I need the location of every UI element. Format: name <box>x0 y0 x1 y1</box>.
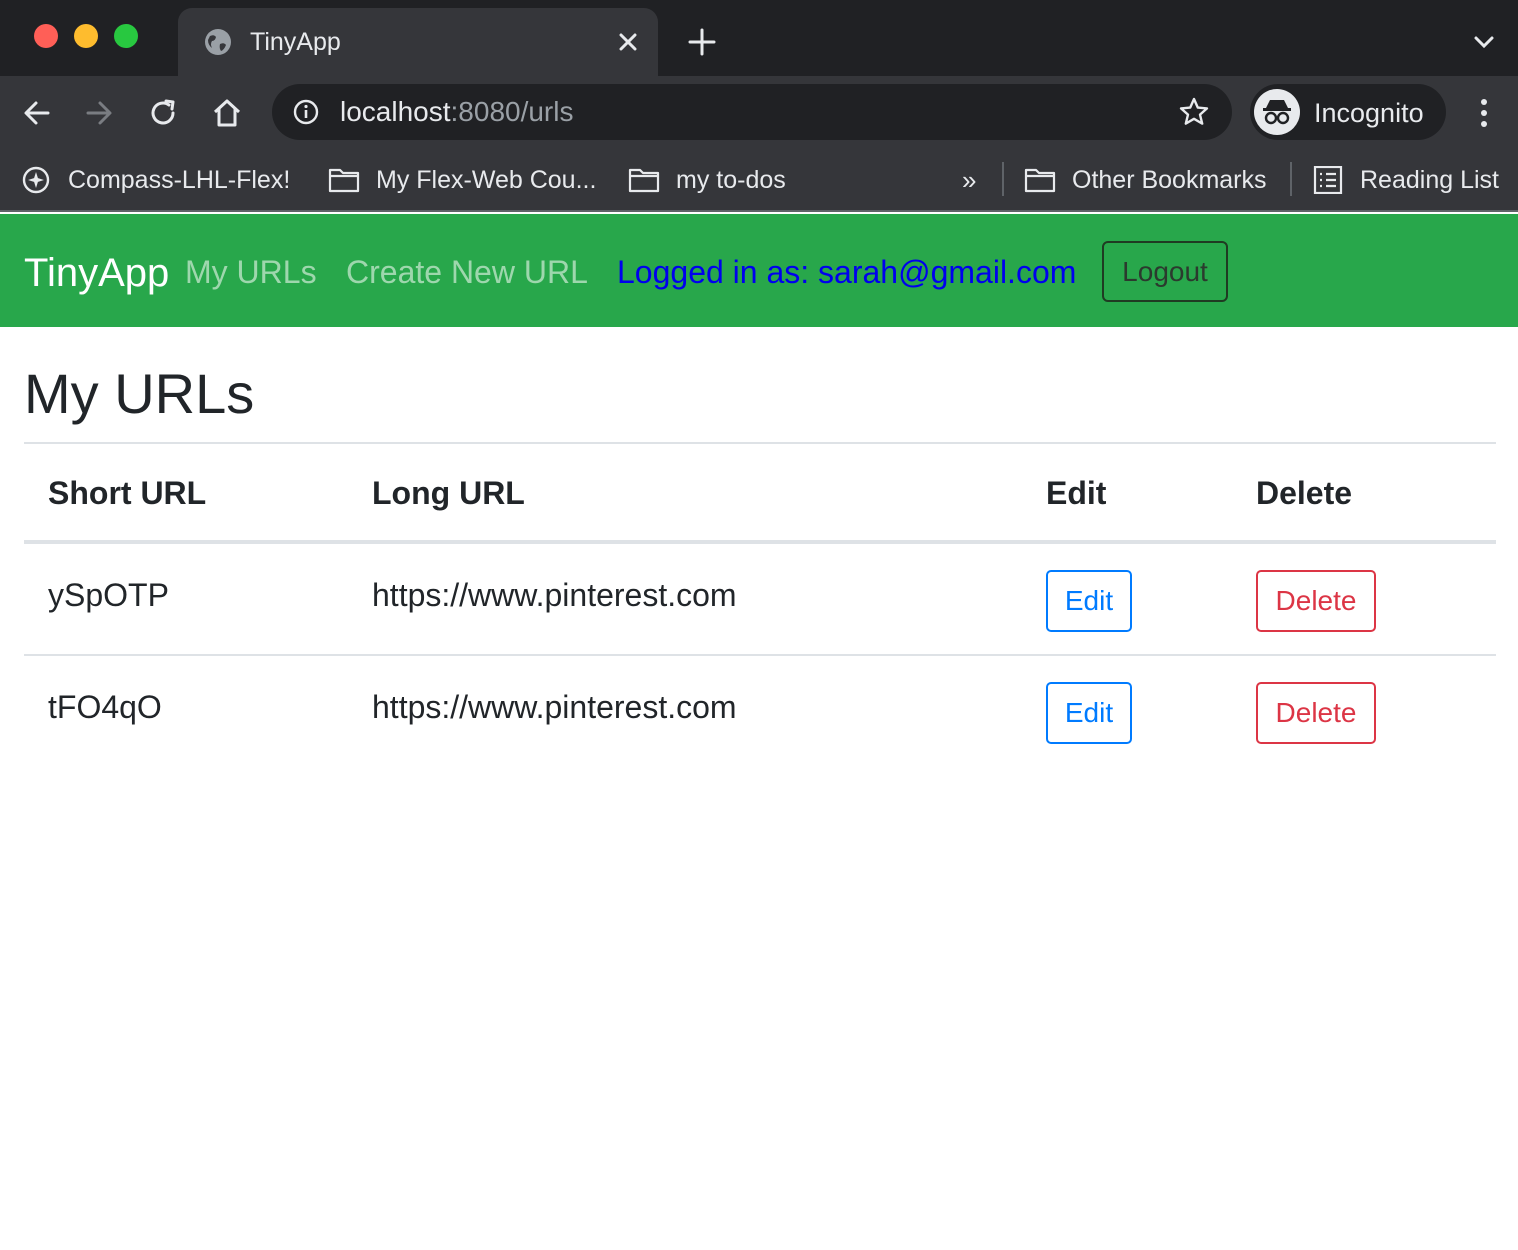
tab-strip: TinyApp <box>0 0 1518 76</box>
tab-title: TinyApp <box>250 28 341 56</box>
bookmark-compass[interactable]: Compass-LHL-Flex! <box>20 162 290 198</box>
minimize-window-button[interactable] <box>74 24 98 48</box>
short-url-cell: ySpOTP <box>48 577 169 613</box>
column-header-long-url: Long URL <box>372 475 525 511</box>
edit-button[interactable]: Edit <box>1046 682 1132 744</box>
brand-link[interactable]: TinyApp <box>24 250 169 296</box>
table-divider <box>24 442 1496 444</box>
bookmarks-divider <box>1002 162 1004 196</box>
folder-icon <box>628 168 660 193</box>
column-header-edit: Edit <box>1046 475 1107 511</box>
folder-icon <box>1024 168 1056 193</box>
page-title: My URLs <box>24 362 255 425</box>
nav-create-new-url-link[interactable]: Create New URL <box>346 252 588 292</box>
home-icon[interactable] <box>210 96 244 130</box>
logout-button[interactable]: Logout <box>1102 241 1228 302</box>
long-url-cell: https://www.pinterest.com <box>372 689 737 725</box>
browser-toolbar: localhost:8080/urls Incognito <box>0 76 1518 150</box>
new-tab-icon[interactable] <box>686 26 718 58</box>
incognito-profile-button[interactable]: Incognito <box>1250 84 1446 140</box>
compass-icon <box>22 166 50 194</box>
nav-my-urls-link[interactable]: My URLs <box>185 252 317 292</box>
column-header-delete: Delete <box>1256 475 1353 511</box>
close-window-button[interactable] <box>34 24 58 48</box>
bookmarks-overflow-button[interactable]: » <box>962 166 976 194</box>
short-url-cell: tFO4qO <box>48 689 162 725</box>
tab-tinyapp[interactable]: TinyApp <box>178 8 658 76</box>
reading-list-icon <box>1313 166 1343 194</box>
logged-in-status: Logged in as: sarah@gmail.com <box>617 254 1077 290</box>
edit-button[interactable]: Edit <box>1046 570 1132 632</box>
long-url-cell: https://www.pinterest.com <box>372 577 737 613</box>
bookmarks-divider <box>1290 162 1292 196</box>
close-tab-icon[interactable] <box>614 28 642 56</box>
bookmarks-bar: Compass-LHL-Flex! My Flex-Web Cou... my … <box>0 150 1518 212</box>
bookmark-star-icon[interactable] <box>1178 96 1210 128</box>
reload-icon[interactable] <box>146 96 180 130</box>
bookmark-folder-flex-web[interactable]: My Flex-Web Cou... <box>328 162 596 198</box>
incognito-label: Incognito <box>1314 98 1424 128</box>
table-row: tFO4qO https://www.pinterest.com Edit De… <box>24 656 1496 768</box>
bookmark-other-bookmarks[interactable]: Other Bookmarks <box>1024 162 1267 198</box>
url-text: localhost:8080/urls <box>340 96 574 127</box>
globe-icon <box>205 29 231 55</box>
reading-list-button[interactable]: Reading List <box>1312 162 1499 198</box>
maximize-window-button[interactable] <box>114 24 138 48</box>
info-icon[interactable] <box>292 98 320 126</box>
delete-button[interactable]: Delete <box>1256 682 1376 744</box>
delete-button[interactable]: Delete <box>1256 570 1376 632</box>
table-row: ySpOTP https://www.pinterest.com Edit De… <box>24 544 1496 656</box>
bookmark-folder-todos[interactable]: my to-dos <box>628 162 786 198</box>
back-icon[interactable] <box>20 96 54 130</box>
chevron-down-icon[interactable] <box>1470 30 1498 54</box>
incognito-icon <box>1254 89 1300 135</box>
folder-icon <box>328 168 360 193</box>
more-menu-icon[interactable] <box>1470 96 1498 130</box>
forward-icon[interactable] <box>82 96 116 130</box>
address-bar[interactable]: localhost:8080/urls <box>272 84 1232 140</box>
column-header-short-url: Short URL <box>48 475 207 511</box>
app-navbar: TinyApp My URLs Create New URL Logged in… <box>0 214 1518 327</box>
